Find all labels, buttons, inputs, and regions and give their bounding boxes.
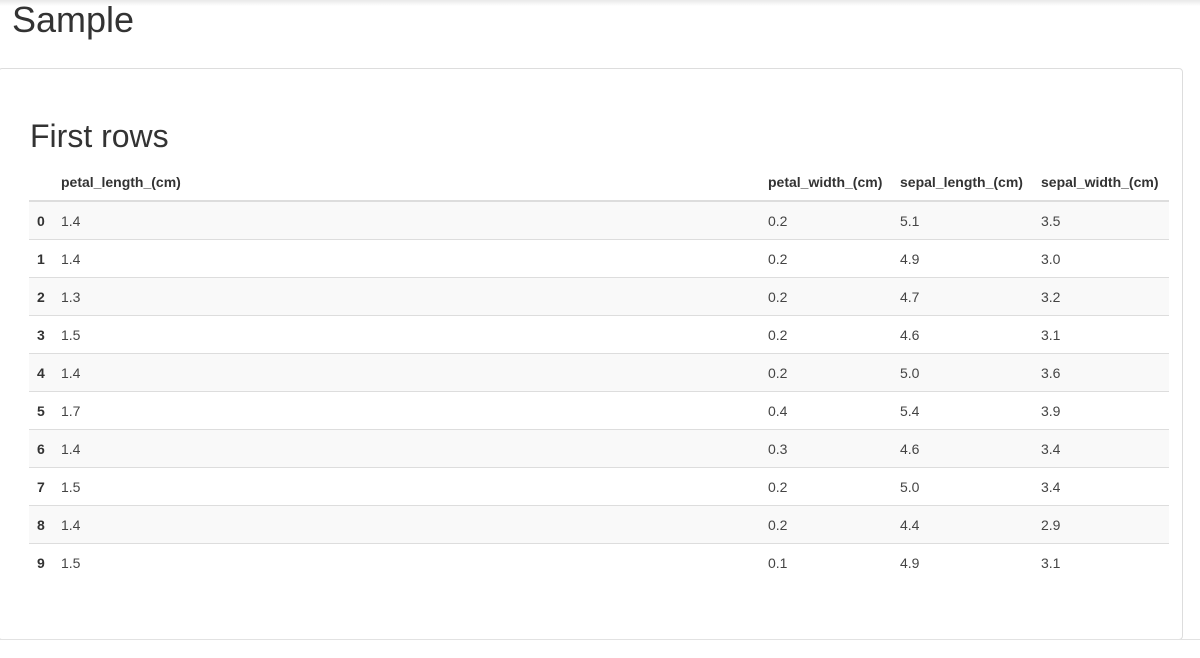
table-cell: 0.2 (764, 353, 896, 392)
row-index: 4 (29, 353, 57, 392)
table-cell: 2.9 (1037, 505, 1169, 544)
table-cell: 4.6 (896, 429, 1037, 468)
table-row: 9 1.5 0.1 4.9 3.1 (29, 543, 1169, 581)
table-cell: 1.5 (57, 315, 764, 354)
table-cell: 1.5 (57, 543, 764, 581)
table-cell: 5.0 (896, 353, 1037, 392)
row-index: 7 (29, 467, 57, 506)
row-index: 5 (29, 391, 57, 430)
table-cell: 1.4 (57, 239, 764, 278)
table-cell: 1.5 (57, 467, 764, 506)
table-cell: 0.3 (764, 429, 896, 468)
table-cell: 4.4 (896, 505, 1037, 544)
table-cell: 1.7 (57, 391, 764, 430)
row-index: 2 (29, 277, 57, 316)
table-cell: 3.1 (1037, 315, 1169, 354)
table-cell: 3.9 (1037, 391, 1169, 430)
table-cell: 4.9 (896, 543, 1037, 581)
row-index: 1 (29, 239, 57, 278)
row-index: 0 (29, 200, 57, 240)
table-cell: 3.5 (1037, 200, 1169, 240)
table-row: 5 1.7 0.4 5.4 3.9 (29, 391, 1169, 430)
table-cell: 5.4 (896, 391, 1037, 430)
table-cell: 5.1 (896, 200, 1037, 240)
table-cell: 0.2 (764, 239, 896, 278)
section-title: First rows (30, 118, 169, 154)
table-row: 6 1.4 0.3 4.6 3.4 (29, 429, 1169, 468)
table-cell: 3.1 (1037, 543, 1169, 581)
sample-table: petal_length_(cm) petal_width_(cm) sepal… (29, 164, 1169, 581)
index-column-header (29, 164, 57, 202)
table-cell: 1.3 (57, 277, 764, 316)
table-cell: 0.2 (764, 467, 896, 506)
page-title: Sample (12, 0, 135, 40)
table-cell: 3.2 (1037, 277, 1169, 316)
table-row: 7 1.5 0.2 5.0 3.4 (29, 467, 1169, 506)
column-header: sepal_length_(cm) (896, 164, 1037, 202)
column-header: petal_width_(cm) (764, 164, 896, 202)
table-cell: 0.2 (764, 505, 896, 544)
table-cell: 4.7 (896, 277, 1037, 316)
table-row: 0 1.4 0.2 5.1 3.5 (29, 200, 1169, 240)
table-cell: 3.6 (1037, 353, 1169, 392)
table-header-row: petal_length_(cm) petal_width_(cm) sepal… (29, 164, 1169, 202)
column-header: sepal_width_(cm) (1037, 164, 1169, 202)
table-row: 8 1.4 0.2 4.4 2.9 (29, 505, 1169, 544)
table-cell: 0.4 (764, 391, 896, 430)
row-index: 8 (29, 505, 57, 544)
table-row: 4 1.4 0.2 5.0 3.6 (29, 353, 1169, 392)
table-cell: 4.9 (896, 239, 1037, 278)
table-cell: 4.6 (896, 315, 1037, 354)
table-cell: 0.2 (764, 277, 896, 316)
table-cell: 3.0 (1037, 239, 1169, 278)
table-cell: 1.4 (57, 353, 764, 392)
row-index: 9 (29, 543, 57, 581)
table-cell: 3.4 (1037, 467, 1169, 506)
table-row: 2 1.3 0.2 4.7 3.2 (29, 277, 1169, 316)
table-cell: 3.4 (1037, 429, 1169, 468)
table-row: 1 1.4 0.2 4.9 3.0 (29, 239, 1169, 278)
row-index: 3 (29, 315, 57, 354)
table-cell: 1.4 (57, 429, 764, 468)
table-cell: 1.4 (57, 505, 764, 544)
table-cell: 0.2 (764, 200, 896, 240)
column-header: petal_length_(cm) (57, 164, 764, 202)
table-cell: 1.4 (57, 200, 764, 240)
row-index: 6 (29, 429, 57, 468)
table-row: 3 1.5 0.2 4.6 3.1 (29, 315, 1169, 354)
table-cell: 5.0 (896, 467, 1037, 506)
divider (0, 639, 1200, 640)
table-cell: 0.1 (764, 543, 896, 581)
top-shadow (0, 0, 1200, 6)
table-cell: 0.2 (764, 315, 896, 354)
